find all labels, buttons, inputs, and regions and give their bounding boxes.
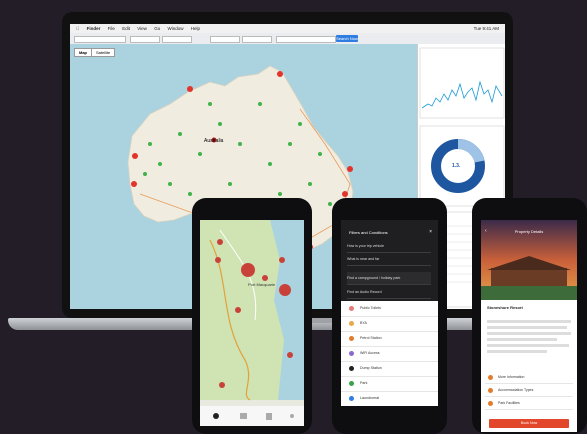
phone-details: Property Details ‹ Stoneshore Resort Mor… (472, 198, 587, 434)
menu-finder[interactable]: Finder (87, 24, 101, 33)
amenity-toilets[interactable]: Public Toilets (341, 301, 438, 317)
park-icon (349, 380, 354, 386)
row-more-info[interactable]: More Information (485, 372, 573, 384)
amenity-dump[interactable]: Dump Station (341, 361, 438, 377)
filter-vehicle[interactable]: How is your trip vehicle (347, 240, 431, 253)
apple-icon[interactable]:  (76, 24, 79, 33)
map-country-label: Australia (204, 138, 224, 144)
phone-filters-screen: Filters and Conditions × How is your tri… (341, 220, 438, 406)
donut-center-label: 1.3. (452, 163, 461, 169)
phone-details-screen: Property Details ‹ Stoneshore Resort Mor… (481, 220, 577, 432)
row-accommodation[interactable]: Accommodation Types (485, 385, 573, 397)
back-icon[interactable]: ‹ (485, 228, 487, 234)
wifi-icon (349, 350, 354, 356)
laundry-icon (349, 395, 354, 401)
filters-title: Filters and Conditions (349, 230, 388, 235)
search-button[interactable]: Search Now (336, 35, 358, 42)
menu-go[interactable]: Go (154, 24, 160, 33)
amenity-wifi[interactable]: WiFi Access (341, 346, 438, 362)
dump-icon (349, 365, 354, 371)
menu-edit[interactable]: Edit (122, 24, 130, 33)
tab-saved-icon (266, 413, 272, 420)
info-icon (488, 374, 493, 380)
toilet-icon (349, 305, 354, 311)
close-icon[interactable]: × (429, 229, 432, 235)
state-select[interactable] (210, 36, 240, 43)
row-facilities[interactable]: Park Facilities (485, 398, 573, 410)
menu-view[interactable]: View (137, 24, 147, 33)
amenity-petrol[interactable]: Petrol Station (341, 331, 438, 347)
type-select[interactable] (162, 36, 192, 43)
tab-more-icon (290, 414, 294, 418)
keyword-input[interactable] (276, 36, 336, 43)
menu-file[interactable]: File (108, 24, 115, 33)
cluster-marker (241, 263, 255, 277)
tab-list-icon (240, 413, 247, 419)
petrol-icon (349, 335, 354, 341)
filter-nearby[interactable]: What is near and far (347, 253, 431, 266)
menu-help[interactable]: Help (191, 24, 200, 33)
phone-map-statusbar (200, 220, 304, 226)
menu-window[interactable]: Window (167, 24, 183, 33)
menubar-clock: Tue 9:41 AM (473, 26, 499, 31)
amenity-bya[interactable]: BYA (341, 316, 438, 332)
location-input[interactable] (74, 36, 126, 43)
facilities-icon (488, 400, 493, 406)
option-audio[interactable]: Find an Audio Record (347, 286, 431, 299)
property-description (487, 320, 573, 353)
phone-map: Port Macquarie (192, 198, 312, 434)
cluster-marker-2 (279, 284, 291, 296)
filter-select[interactable] (130, 36, 160, 43)
menubar:  Finder File Edit View Go Window Help T… (70, 24, 505, 33)
map-town-label: Port Macquarie (248, 282, 276, 287)
property-name: Stoneshore Resort (487, 305, 523, 310)
amenity-park[interactable]: Park (341, 376, 438, 392)
tab-map-icon (213, 413, 219, 419)
phone-filters: Filters and Conditions × How is your tri… (332, 198, 447, 434)
phone-map-graphics (200, 220, 304, 426)
book-now-button[interactable]: Book Now (489, 419, 569, 428)
details-title: Property Details (514, 229, 544, 234)
bya-icon (349, 320, 354, 326)
phone-map-screen: Port Macquarie (200, 220, 304, 426)
bed-icon (488, 387, 493, 393)
amenity-laundromat[interactable]: Laundromat (341, 391, 438, 406)
option-campground[interactable]: Find a campground / holiday park (347, 272, 431, 285)
region-select[interactable] (242, 36, 272, 43)
amenity-list: Public Toilets BYA Petrol Station WiFi A… (341, 301, 438, 406)
